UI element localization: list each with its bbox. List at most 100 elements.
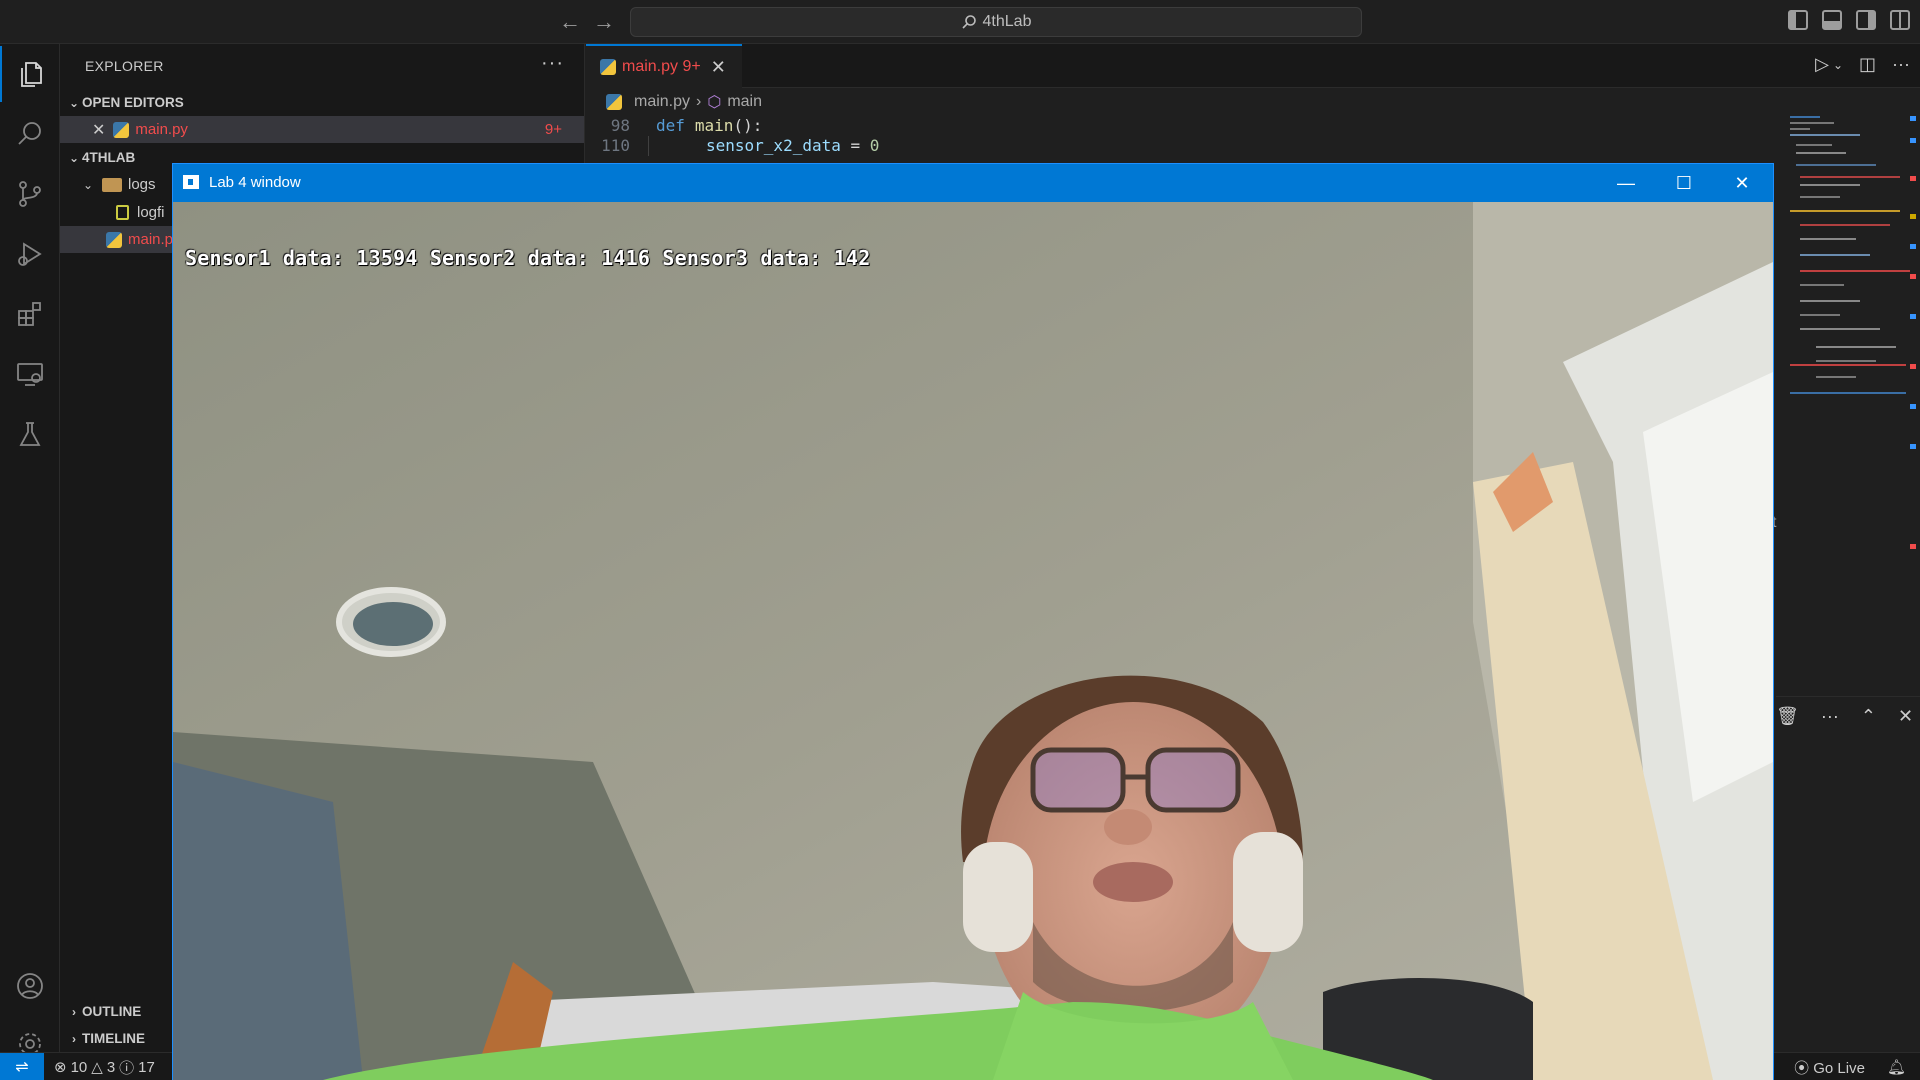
activity-bar	[0, 44, 60, 1055]
chevron-right-icon: ›	[696, 93, 702, 110]
trash-icon[interactable]: 🗑	[1776, 706, 1799, 727]
close-icon[interactable]: ✕	[1898, 706, 1913, 727]
code-number: 0	[869, 136, 880, 155]
more-actions-icon[interactable]: ···	[541, 52, 564, 75]
open-editors-section[interactable]: ⌄ OPEN EDITORS	[60, 89, 584, 116]
code-keyword: def	[656, 116, 685, 135]
go-live-label: Go Live	[1813, 1059, 1865, 1077]
tab-label: main.py 9+	[622, 58, 701, 75]
search-icon[interactable]	[0, 106, 60, 162]
project-label: 4THLAB	[82, 150, 136, 165]
status-bar-right: ⦿ Go Live 🔔︎	[1794, 1053, 1906, 1080]
webcam-frame-image	[173, 202, 1773, 1080]
line-number: 110	[601, 136, 630, 155]
line-number: 98	[610, 116, 630, 135]
run-icon[interactable]: ▷	[1815, 54, 1829, 76]
testing-icon[interactable]	[0, 406, 60, 462]
tab-main-py[interactable]: main.py 9+ ✕	[586, 44, 742, 88]
close-icon[interactable]: ✕	[92, 120, 105, 140]
toggle-primary-sidebar-icon[interactable]	[1788, 10, 1808, 30]
folder-icon	[102, 177, 122, 192]
explorer-title: EXPLORER	[85, 58, 164, 74]
breadcrumb: main.py › ⬡ main	[606, 90, 762, 114]
breadcrumb-file[interactable]: main.py	[634, 93, 690, 111]
more-actions-icon[interactable]: ···	[1821, 706, 1839, 727]
maximize-button[interactable]: ☐	[1655, 164, 1713, 202]
code-line: 98 def main ():	[586, 116, 763, 136]
error-count: 10	[70, 1058, 88, 1076]
title-bar: ← → 4thLab	[0, 0, 1920, 44]
run-and-debug-icon[interactable]	[0, 226, 60, 282]
warning-count: 3	[106, 1058, 116, 1076]
chevron-down-icon: ⌄	[82, 177, 94, 192]
customize-layout-icon[interactable]	[1890, 10, 1910, 30]
open-editors-label: OPEN EDITORS	[82, 95, 184, 110]
folder-label: logs	[128, 176, 156, 193]
close-icon[interactable]: ✕	[711, 57, 726, 78]
extensions-icon[interactable]	[0, 286, 60, 342]
python-file-icon	[106, 231, 122, 248]
open-editor-item[interactable]: ✕ main.py 9+	[60, 116, 584, 143]
editor-actions: ▷ ⌄ ◫ ···	[1815, 54, 1910, 76]
toggle-panel-icon[interactable]	[1822, 10, 1842, 30]
code-line: 110 sensor_x2_data = 0	[586, 136, 879, 156]
breadcrumb-symbol[interactable]: main	[727, 93, 762, 111]
notifications-bell-icon[interactable]: 🔔︎	[1887, 1058, 1906, 1076]
problems-indicator[interactable]: ⊗ 10 △ 3 ⓘ 17	[54, 1053, 155, 1080]
accounts-icon[interactable]	[0, 958, 60, 1014]
main-file-label: main.p	[128, 231, 174, 248]
overview-ruler[interactable]	[1906, 114, 1920, 594]
open-editor-filename: main.py	[135, 121, 188, 138]
source-control-icon[interactable]	[0, 166, 60, 222]
window-title-bar[interactable]: Lab 4 window — ☐ ✕	[173, 164, 1773, 202]
broadcast-icon: ⦿	[1794, 1059, 1814, 1077]
more-actions-icon[interactable]: ···	[1892, 54, 1910, 76]
python-file-icon	[113, 121, 130, 138]
code-variable: sensor_x2_data	[706, 136, 841, 155]
timeline-label: TIMELINE	[82, 1031, 145, 1046]
command-center-text: 4thLab	[982, 13, 1032, 30]
problems-badge: 9+	[544, 121, 562, 138]
panel-border	[1776, 696, 1920, 697]
chevron-down-icon[interactable]: ⌄	[1833, 54, 1843, 76]
back-arrow-icon[interactable]: ←	[556, 8, 584, 36]
code-operator: =	[840, 136, 870, 155]
explorer-icon[interactable]	[0, 46, 60, 102]
chevron-down-icon: ⌄	[68, 150, 80, 165]
layout-controls	[1788, 10, 1910, 30]
code-editor[interactable]: 98 def main (): 110 sensor_x2_data = 0	[586, 114, 1786, 160]
close-window-button[interactable]: ✕	[1713, 164, 1771, 202]
remote-explorer-icon[interactable]	[0, 346, 60, 402]
split-editor-icon[interactable]: ◫	[1859, 54, 1876, 76]
search-icon	[961, 15, 976, 29]
minimize-button[interactable]: —	[1597, 164, 1655, 202]
chevron-up-icon[interactable]: ⌃	[1861, 706, 1876, 727]
error-icon: ⊗	[54, 1059, 67, 1076]
chevron-right-icon: ›	[72, 1004, 76, 1019]
app-window-icon	[183, 175, 199, 189]
window-title: Lab 4 window	[209, 174, 301, 191]
minimap[interactable]	[1786, 114, 1910, 404]
camera-feed: Sensor1 data: 13594 Sensor2 data: 1416 S…	[173, 202, 1773, 1080]
info-count: 17	[138, 1058, 155, 1076]
editor-tab-bar: main.py 9+ ✕ ▷ ⌄ ◫ ···	[586, 44, 1920, 88]
symbol-method-icon: ⬡	[707, 94, 722, 111]
python-file-icon	[606, 94, 622, 110]
code-text: ():	[733, 116, 763, 135]
code-function-name: main	[694, 116, 734, 135]
toggle-secondary-sidebar-icon[interactable]	[1856, 10, 1876, 30]
chevron-right-icon: ›	[72, 1031, 76, 1046]
info-icon: ⓘ	[119, 1059, 135, 1077]
python-file-icon	[600, 59, 616, 75]
forward-arrow-icon[interactable]: →	[590, 8, 618, 36]
go-live-button[interactable]: ⦿ Go Live	[1794, 1057, 1865, 1078]
chevron-down-icon: ⌄	[68, 95, 80, 110]
lab4-window[interactable]: Lab 4 window — ☐ ✕ Sensor1 data: 13594 S…	[172, 163, 1774, 1080]
log-file-icon	[116, 205, 129, 220]
log-file-label: logfi	[137, 204, 165, 221]
command-center-search[interactable]: 4thLab	[630, 7, 1362, 37]
panel-actions: 🗑 ··· ⌃ ✕	[1776, 706, 1913, 727]
warning-icon: △	[91, 1059, 103, 1076]
remote-indicator-icon[interactable]: ⇌	[0, 1053, 44, 1080]
sensor-data-overlay: Sensor1 data: 13594 Sensor2 data: 1416 S…	[185, 246, 871, 270]
